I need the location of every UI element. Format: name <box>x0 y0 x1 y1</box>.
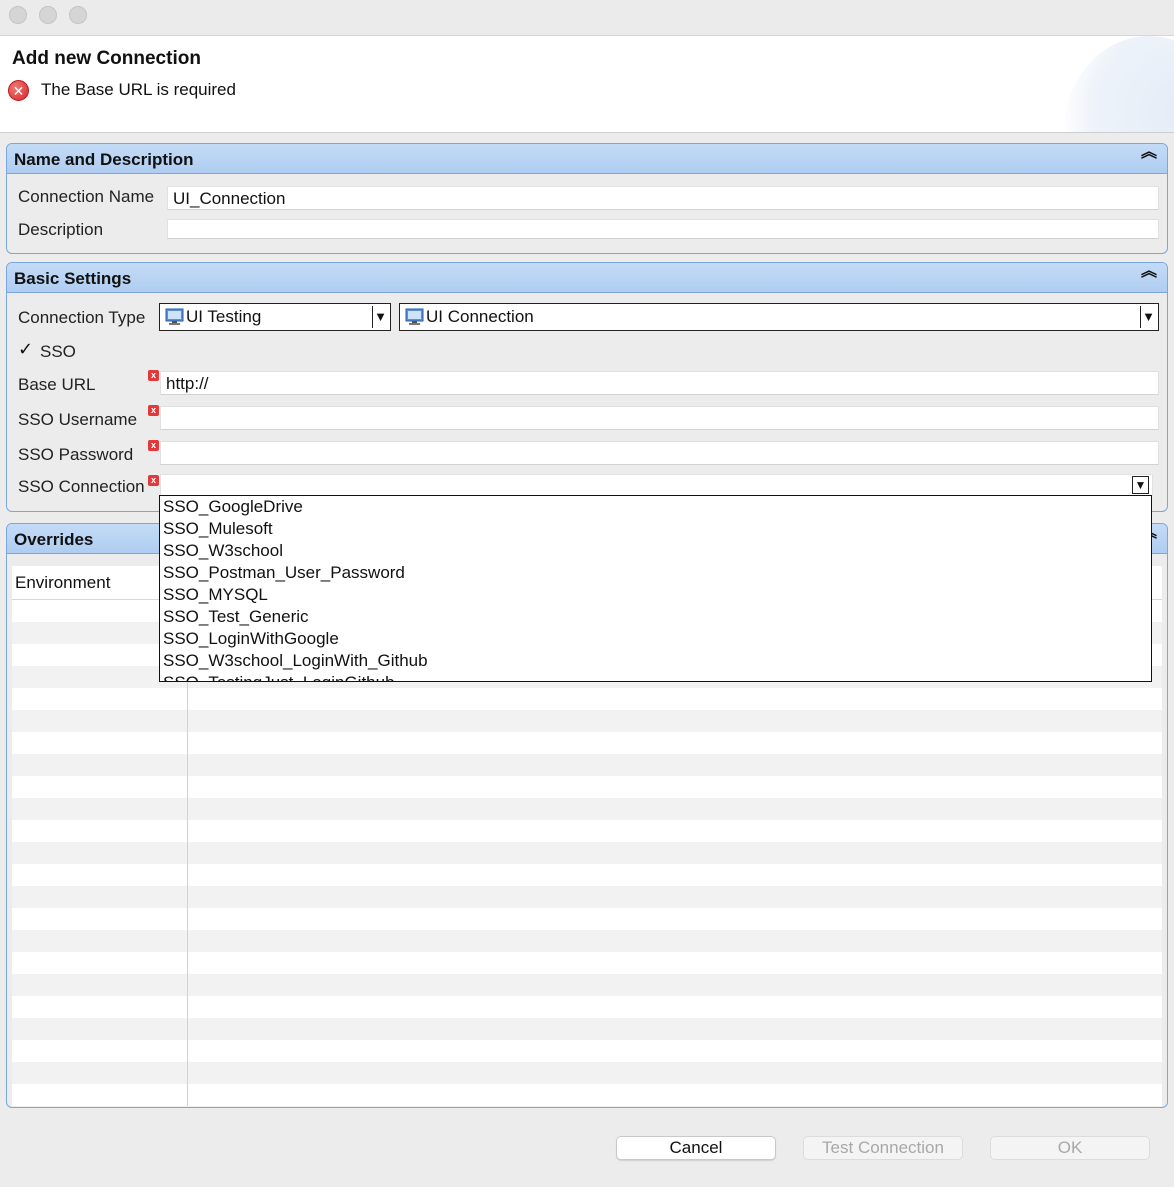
connection-type-select[interactable]: UI Testing ▼ <box>159 303 391 331</box>
ok-button[interactable]: OK <box>990 1136 1150 1160</box>
sso-username-label: SSO Username <box>18 410 138 429</box>
table-row[interactable] <box>12 1018 1162 1040</box>
dialog-footer: Cancel Test Connection OK <box>0 1110 1174 1187</box>
close-window-button[interactable] <box>9 6 27 24</box>
basic-settings-section: Basic Settings ︽ Connection Type UI Test… <box>6 262 1168 512</box>
dialog-title: Add new Connection <box>12 48 201 69</box>
sso-checkbox[interactable]: ✓ <box>18 339 33 360</box>
monitor-icon <box>405 308 424 325</box>
section-title: Overrides <box>14 530 94 549</box>
sso-password-label: SSO Password <box>18 445 134 464</box>
connection-name-label: Connection Name <box>18 187 155 206</box>
required-error-icon: x <box>148 440 159 451</box>
dropdown-option[interactable]: SSO_MYSQL <box>160 584 1151 606</box>
dropdown-option[interactable]: SSO_Postman_User_Password <box>160 562 1151 584</box>
table-row[interactable] <box>12 864 1162 886</box>
required-error-icon: x <box>148 475 159 486</box>
monitor-icon <box>165 308 184 325</box>
sso-connection-label: SSO Connection <box>18 477 145 496</box>
table-row[interactable] <box>12 842 1162 864</box>
sso-connection-select[interactable]: ▼ <box>160 474 1153 496</box>
sso-connection-dropdown-list[interactable]: SSO_GoogleDrive SSO_Mulesoft SSO_W3school S… <box>159 495 1152 682</box>
error-icon: ✕ <box>8 80 29 101</box>
table-row[interactable] <box>12 754 1162 776</box>
table-row[interactable] <box>12 688 1162 710</box>
table-row[interactable] <box>12 710 1162 732</box>
section-title: Name and Description <box>14 150 194 169</box>
chevron-down-icon[interactable]: ▼ <box>372 306 388 328</box>
table-row[interactable] <box>12 930 1162 952</box>
sso-password-input[interactable] <box>160 441 1159 465</box>
sso-username-input[interactable] <box>160 406 1159 430</box>
required-error-icon: x <box>148 405 159 416</box>
connection-subtype-select[interactable]: UI Connection ▼ <box>399 303 1159 331</box>
name-description-header[interactable]: Name and Description ︽ <box>7 144 1167 174</box>
table-row[interactable] <box>12 820 1162 842</box>
section-title: Basic Settings <box>14 269 132 288</box>
table-row[interactable] <box>12 798 1162 820</box>
chevron-down-icon[interactable]: ▼ <box>1140 306 1156 328</box>
table-row[interactable] <box>12 1062 1162 1084</box>
minimize-window-button[interactable] <box>39 6 57 24</box>
table-row[interactable] <box>12 732 1162 754</box>
error-message: The Base URL is required <box>41 80 236 99</box>
table-row[interactable] <box>12 886 1162 908</box>
sso-checkbox-label: SSO <box>40 342 76 361</box>
dialog-header: Add new Connection ✕ The Base URL is req… <box>0 36 1174 133</box>
test-connection-button[interactable]: Test Connection <box>803 1136 963 1160</box>
window-titlebar <box>0 0 1174 36</box>
dropdown-option[interactable]: SSO_LoginWithGoogle <box>160 628 1151 650</box>
connection-subtype-value: UI Connection <box>426 307 534 326</box>
collapse-icon[interactable]: ︽ <box>1141 264 1157 280</box>
basic-settings-header[interactable]: Basic Settings ︽ <box>7 263 1167 293</box>
table-row[interactable] <box>12 974 1162 996</box>
table-row[interactable] <box>12 952 1162 974</box>
zoom-window-button[interactable] <box>69 6 87 24</box>
collapse-icon[interactable]: ︽ <box>1141 145 1157 161</box>
description-label: Description <box>18 220 104 239</box>
name-description-section: Name and Description ︽ Connection Name U… <box>6 143 1168 254</box>
header-decoration <box>1064 36 1174 132</box>
base-url-input[interactable]: http:// <box>160 371 1159 395</box>
dropdown-option[interactable]: SSO_W3school_LoginWith_Github <box>160 650 1151 672</box>
chevron-down-icon[interactable]: ▼ <box>1132 476 1149 494</box>
required-error-icon: x <box>148 370 159 381</box>
cancel-button[interactable]: Cancel <box>616 1136 776 1160</box>
table-row[interactable] <box>12 1084 1162 1106</box>
description-input[interactable] <box>167 219 1159 239</box>
dropdown-option[interactable]: SSO_GoogleDrive <box>160 496 1151 518</box>
dropdown-option[interactable]: SSO_TestingJust_LoginGithub <box>160 672 1151 681</box>
column-header-environment[interactable]: Environment <box>15 573 110 593</box>
connection-type-value: UI Testing <box>186 307 262 326</box>
connection-name-input[interactable]: UI_Connection <box>167 186 1159 210</box>
dropdown-option[interactable]: SSO_Mulesoft <box>160 518 1151 540</box>
connection-type-label: Connection Type <box>18 308 146 327</box>
table-row[interactable] <box>12 996 1162 1018</box>
table-row[interactable] <box>12 776 1162 798</box>
dropdown-option[interactable]: SSO_W3school <box>160 540 1151 562</box>
table-row[interactable] <box>12 908 1162 930</box>
dropdown-option[interactable]: SSO_Test_Generic <box>160 606 1151 628</box>
table-row[interactable] <box>12 1040 1162 1062</box>
base-url-label: Base URL <box>18 375 96 394</box>
